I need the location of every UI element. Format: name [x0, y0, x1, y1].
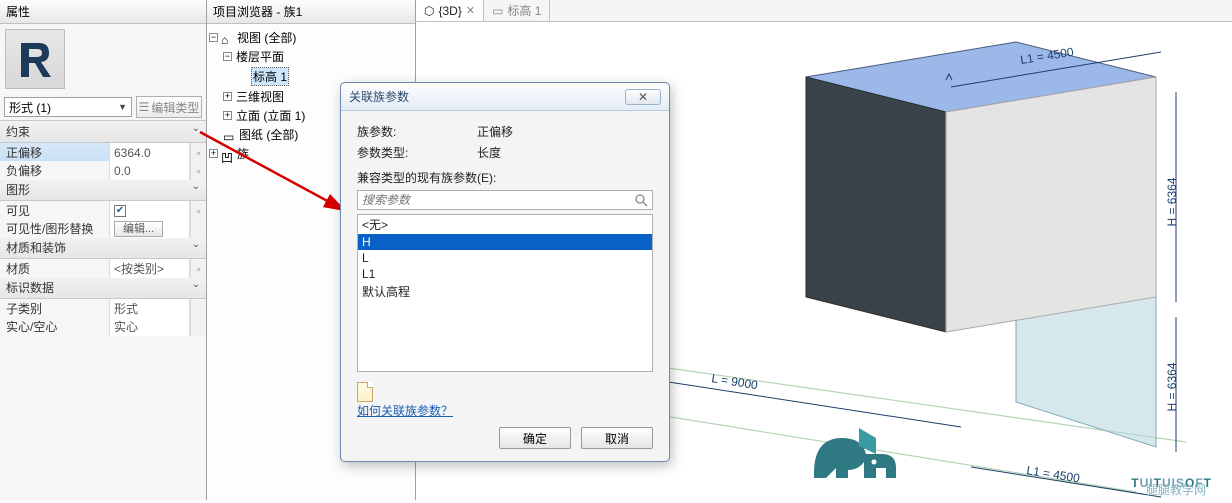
close-icon: ✕	[638, 90, 648, 104]
associate-param-dialog: 关联族参数 ✕ 族参数: 正偏移 参数类型: 长度 兼容类型的现有族参数(E): <…	[340, 82, 670, 462]
tab-3d[interactable]: ⬡ {3D} ✕	[416, 0, 484, 21]
dialog-close-button[interactable]: ✕	[625, 89, 661, 105]
row-subcat[interactable]: 子类别 形式	[0, 299, 206, 317]
list-item-l[interactable]: L	[358, 250, 652, 266]
dialog-title: 关联族参数	[349, 88, 625, 105]
search-icon	[634, 193, 648, 207]
row-pos-offset[interactable]: 正偏移 6364.0 ▫	[0, 143, 206, 161]
solid-label: 实心/空心	[0, 317, 110, 336]
pos-offset-label: 正偏移	[0, 143, 110, 162]
expand-icon[interactable]: +	[223, 92, 232, 101]
watermark-sub: 腿腿教学网	[1146, 481, 1206, 498]
checkbox-icon[interactable]: ✔	[114, 205, 126, 217]
row-neg-offset[interactable]: 负偏移 0.0 ▫	[0, 161, 206, 179]
help-link[interactable]: 如何关联族参数？	[357, 404, 453, 418]
expand-icon: ⌄	[192, 279, 200, 296]
associate-button-4[interactable]: ▫	[190, 259, 206, 278]
collapse-icon[interactable]: −	[209, 33, 218, 42]
dim-h1: H = 6364	[1165, 177, 1179, 226]
param-type-label: 参数类型:	[357, 144, 447, 161]
properties-title: 属性	[0, 0, 206, 24]
type-selector-value: 形式 (1)	[9, 99, 51, 116]
property-grid: 约束⌄ 正偏移 6364.0 ▫ 负偏移 0.0 ▫ 图形⌄ 可见 ✔ ▫ 可见…	[0, 120, 206, 335]
row-visible[interactable]: 可见 ✔ ▫	[0, 201, 206, 219]
tab-level1[interactable]: ▭ 标高 1	[484, 0, 550, 21]
elephant-logo	[804, 418, 904, 488]
fam-param-value: 正偏移	[477, 123, 513, 140]
visible-value[interactable]: ✔	[110, 201, 190, 220]
sheets-icon: ▭	[223, 130, 235, 140]
group-graphics[interactable]: 图形⌄	[0, 179, 206, 201]
help-icon	[357, 382, 373, 402]
material-label: 材质	[0, 259, 110, 278]
list-item-elev[interactable]: 默认高程	[358, 282, 652, 301]
edit-type-label: 编辑类型	[151, 99, 199, 116]
neg-offset-label: 负偏移	[0, 161, 110, 180]
dim-h2: H = 6364	[1165, 362, 1179, 411]
expand-icon: ⌄	[192, 181, 200, 198]
row-solid[interactable]: 实心/空心 实心	[0, 317, 206, 335]
row-override[interactable]: 可见性/图形替换 编辑...	[0, 219, 206, 237]
dim-l1-bottom: L1 = 4500	[1026, 463, 1082, 485]
edit-type-icon: ☰	[139, 100, 150, 114]
edit-override-button[interactable]: 编辑...	[114, 221, 163, 237]
type-selector[interactable]: 形式 (1) ▼	[4, 97, 132, 117]
search-box[interactable]	[357, 190, 653, 210]
neg-offset-value[interactable]: 0.0	[110, 161, 190, 180]
cube-icon: ⬡	[424, 4, 434, 18]
cancel-button[interactable]: 取消	[581, 427, 653, 449]
collapse-icon[interactable]: −	[223, 52, 232, 61]
tree-views[interactable]: −⌂视图 (全部)	[209, 28, 413, 47]
associate-button-2[interactable]: ▫	[190, 161, 206, 180]
views-icon: ⌂	[221, 33, 233, 43]
override-value: 编辑...	[110, 219, 190, 238]
material-value[interactable]: <按类别>	[110, 259, 190, 278]
list-label: 兼容类型的现有族参数(E):	[357, 169, 653, 186]
pos-offset-value[interactable]: 6364.0	[110, 143, 190, 162]
dialog-titlebar[interactable]: 关联族参数 ✕	[341, 83, 669, 111]
family-icon: 凹	[221, 149, 233, 159]
search-input[interactable]	[362, 193, 634, 207]
expand-icon[interactable]: +	[209, 149, 218, 158]
visible-label: 可见	[0, 201, 110, 220]
list-item-l1[interactable]: L1	[358, 266, 652, 282]
dropdown-icon: ▼	[118, 102, 127, 112]
parameter-list[interactable]: <无> H L L1 默认高程	[357, 214, 653, 372]
group-material[interactable]: 材质和装饰⌄	[0, 237, 206, 259]
expand-icon[interactable]: +	[223, 111, 232, 120]
revit-logo	[5, 29, 65, 89]
sheet-icon: ▭	[492, 4, 503, 18]
project-browser-title: 项目浏览器 - 族1	[207, 0, 415, 24]
solid-value[interactable]: 实心	[110, 317, 190, 336]
associate-button-3[interactable]: ▫	[190, 201, 206, 220]
subcat-label: 子类别	[0, 299, 110, 318]
associate-button[interactable]: ▫	[190, 143, 206, 162]
tab-level1-label: 标高 1	[507, 2, 541, 19]
close-tab-icon[interactable]: ✕	[466, 4, 475, 17]
tab-3d-label: {3D}	[438, 4, 461, 18]
list-item-none[interactable]: <无>	[358, 215, 652, 234]
param-type-value: 长度	[477, 144, 501, 161]
tree-floor[interactable]: −楼层平面	[209, 47, 413, 66]
subcat-value[interactable]: 形式	[110, 299, 190, 318]
edit-type-button[interactable]: ☰ 编辑类型	[136, 96, 202, 118]
properties-panel: 属性 形式 (1) ▼ ☰ 编辑类型 约束⌄ 正偏移 6364.0 ▫ 负偏移 …	[0, 0, 207, 500]
override-label: 可见性/图形替换	[0, 219, 110, 238]
fam-param-label: 族参数:	[357, 123, 447, 140]
group-identity[interactable]: 标识数据⌄	[0, 277, 206, 299]
expand-icon: ⌄	[192, 123, 200, 140]
list-item-h[interactable]: H	[358, 234, 652, 250]
row-material[interactable]: 材质 <按类别> ▫	[0, 259, 206, 277]
view-tabbar: ⬡ {3D} ✕ ▭ 标高 1	[416, 0, 1232, 22]
group-constraints[interactable]: 约束⌄	[0, 121, 206, 143]
ok-button[interactable]: 确定	[499, 427, 571, 449]
expand-icon: ⌄	[192, 239, 200, 256]
